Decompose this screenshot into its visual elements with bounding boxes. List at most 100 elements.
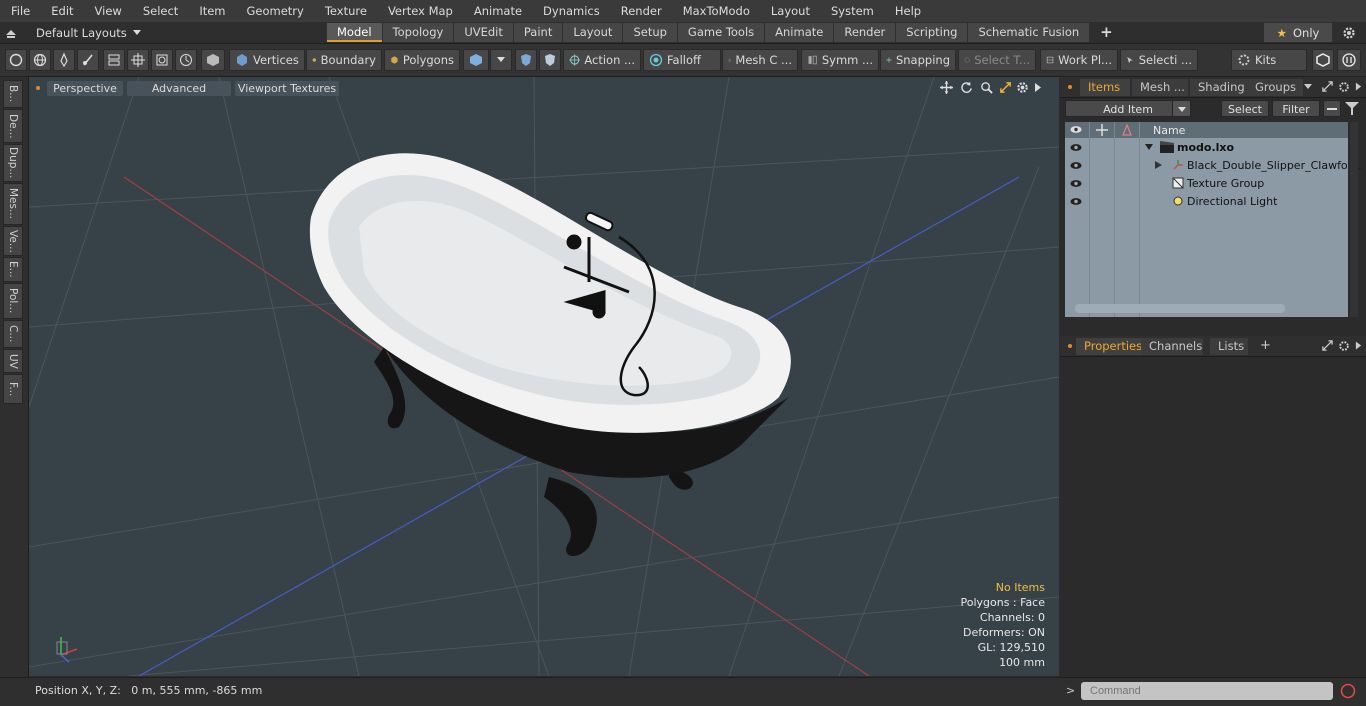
eye-icon[interactable]	[1070, 197, 1082, 206]
left-tab-basic[interactable]: B...	[3, 80, 23, 108]
filter-button[interactable]: Filter	[1272, 100, 1320, 117]
tab-render[interactable]: Render	[834, 23, 896, 42]
menu-geometry[interactable]: Geometry	[236, 0, 314, 22]
add-props-tab-button[interactable]: +	[1260, 338, 1271, 353]
shield-button[interactable]	[515, 49, 537, 71]
select-through-button[interactable]: Select T...	[958, 49, 1036, 71]
add-item-dropdown[interactable]	[1172, 100, 1191, 117]
tab-items[interactable]: Items	[1080, 79, 1130, 96]
eye-icon[interactable]	[1070, 143, 1082, 152]
tab-mesh[interactable]: Mesh ...	[1132, 79, 1188, 96]
only-button[interactable]: ★ Only	[1264, 23, 1332, 42]
viewport-gear-icon[interactable]	[1016, 81, 1029, 94]
item-row-directional-light[interactable]: Directional Light	[1065, 193, 1348, 211]
advanced-button[interactable]: Advanced	[127, 81, 231, 96]
funnel-icon[interactable]	[1345, 102, 1359, 115]
left-tab-edge[interactable]: E...	[3, 257, 23, 282]
panel-gear-icon[interactable]	[1338, 81, 1350, 93]
work-plane-button[interactable]: Work Pl...	[1040, 49, 1118, 71]
menu-edit[interactable]: Edit	[40, 0, 83, 22]
command-input[interactable]	[1081, 682, 1333, 700]
tab-game-tools[interactable]: Game Tools	[677, 23, 765, 42]
menu-animate[interactable]: Animate	[463, 0, 532, 22]
pen-button[interactable]	[53, 49, 75, 71]
collapse-button[interactable]	[1323, 100, 1341, 117]
left-tab-curve[interactable]: C...	[3, 320, 23, 348]
menu-system[interactable]: System	[820, 0, 884, 22]
items-vscrollbar[interactable]	[1350, 122, 1358, 317]
expand-right-icon[interactable]	[1155, 161, 1162, 169]
center-button[interactable]	[127, 49, 149, 71]
shield-alt-button[interactable]	[539, 49, 561, 71]
menu-item[interactable]: Item	[188, 0, 235, 22]
add-tab-button[interactable]: +	[1090, 23, 1123, 42]
viewport-textures-button[interactable]: Viewport Textures	[235, 81, 339, 96]
snapping-button[interactable]: Snapping	[880, 49, 956, 71]
shade-button[interactable]	[201, 49, 225, 71]
item-row-mesh[interactable]: Black_Double_Slipper_Clawfo ...	[1065, 157, 1362, 175]
symmetry-button[interactable]: Symm ...	[801, 49, 879, 71]
tab-channels[interactable]: Channels	[1141, 338, 1203, 355]
menu-help[interactable]: Help	[884, 0, 931, 22]
item-row-scene[interactable]: modo.lxo	[1065, 139, 1348, 157]
action-center-button[interactable]: Action ...	[563, 49, 641, 71]
maximize-panel-icon[interactable]	[1322, 340, 1333, 351]
unreal-button[interactable]	[1337, 49, 1361, 71]
caret-right-icon[interactable]	[1355, 341, 1362, 350]
menu-dynamics[interactable]: Dynamics	[532, 0, 610, 22]
caret-right-icon[interactable]	[1355, 82, 1362, 91]
select-circle-button[interactable]	[5, 49, 27, 71]
select-button[interactable]: Select	[1221, 100, 1269, 117]
eye-icon[interactable]	[1070, 161, 1082, 170]
caret-right-icon[interactable]	[1034, 83, 1042, 92]
left-tab-vertex[interactable]: Ve...	[3, 226, 23, 256]
record-icon[interactable]	[1340, 683, 1356, 699]
3d-viewport[interactable]: Perspective Advanced Viewport Textures N…	[29, 77, 1059, 676]
rotate-view-icon[interactable]	[960, 81, 973, 94]
left-tab-polygon[interactable]: Pol...	[3, 283, 23, 319]
tab-layout[interactable]: Layout	[563, 23, 623, 42]
mode-dropdown[interactable]	[490, 49, 512, 71]
bathtub-model[interactable]	[309, 153, 791, 557]
tab-setup[interactable]: Setup	[623, 23, 677, 42]
eye-icon[interactable]	[1070, 179, 1082, 188]
tab-model[interactable]: Model	[327, 23, 382, 42]
vertices-button[interactable]: Vertices	[229, 49, 305, 71]
item-mode-button[interactable]	[463, 49, 489, 71]
caret-down-icon[interactable]	[1304, 84, 1312, 90]
boundary-button[interactable]: Boundary	[306, 49, 382, 71]
menu-render[interactable]: Render	[610, 0, 672, 22]
tab-paint[interactable]: Paint	[513, 23, 563, 42]
menu-layout[interactable]: Layout	[760, 0, 820, 22]
menu-view[interactable]: View	[84, 0, 132, 22]
brush-button[interactable]	[77, 49, 99, 71]
zoom-view-icon[interactable]	[980, 81, 993, 94]
expand-down-icon[interactable]	[1145, 144, 1153, 151]
unity-button[interactable]	[1312, 49, 1334, 71]
falloff-button[interactable]: Falloff	[643, 49, 721, 71]
tab-shading[interactable]: Shading	[1190, 79, 1248, 96]
globe-button[interactable]	[29, 49, 51, 71]
left-tab-fusion[interactable]: F...	[3, 374, 23, 404]
menu-maxtomodo[interactable]: MaxToModo	[672, 0, 760, 22]
selection-sets-button[interactable]: Selecti ...	[1120, 49, 1198, 71]
tab-scripting[interactable]: Scripting	[896, 23, 968, 42]
perspective-button[interactable]: Perspective	[47, 81, 123, 96]
tab-properties[interactable]: Properties	[1076, 338, 1144, 355]
item-row-texture-group[interactable]: Texture Group	[1065, 175, 1348, 193]
left-tab-uv[interactable]: UV	[3, 349, 23, 373]
move-view-icon[interactable]	[940, 81, 953, 94]
align-button[interactable]	[103, 49, 125, 71]
panel-gear-icon[interactable]	[1338, 340, 1350, 352]
kits-button[interactable]: Kits	[1231, 49, 1307, 71]
tab-schematic-fusion[interactable]: Schematic Fusion	[968, 23, 1090, 42]
menu-file[interactable]: File	[0, 0, 40, 22]
frame-button[interactable]	[151, 49, 173, 71]
layouts-dropdown[interactable]: Default Layouts	[4, 22, 141, 43]
polygons-button[interactable]: Polygons	[384, 49, 460, 71]
tab-animate[interactable]: Animate	[765, 23, 834, 42]
menu-select[interactable]: Select	[132, 0, 188, 22]
left-tab-mesh-edit[interactable]: Mes...	[3, 183, 23, 225]
timer-button[interactable]	[175, 49, 197, 71]
items-scrollbar[interactable]	[1075, 304, 1285, 313]
